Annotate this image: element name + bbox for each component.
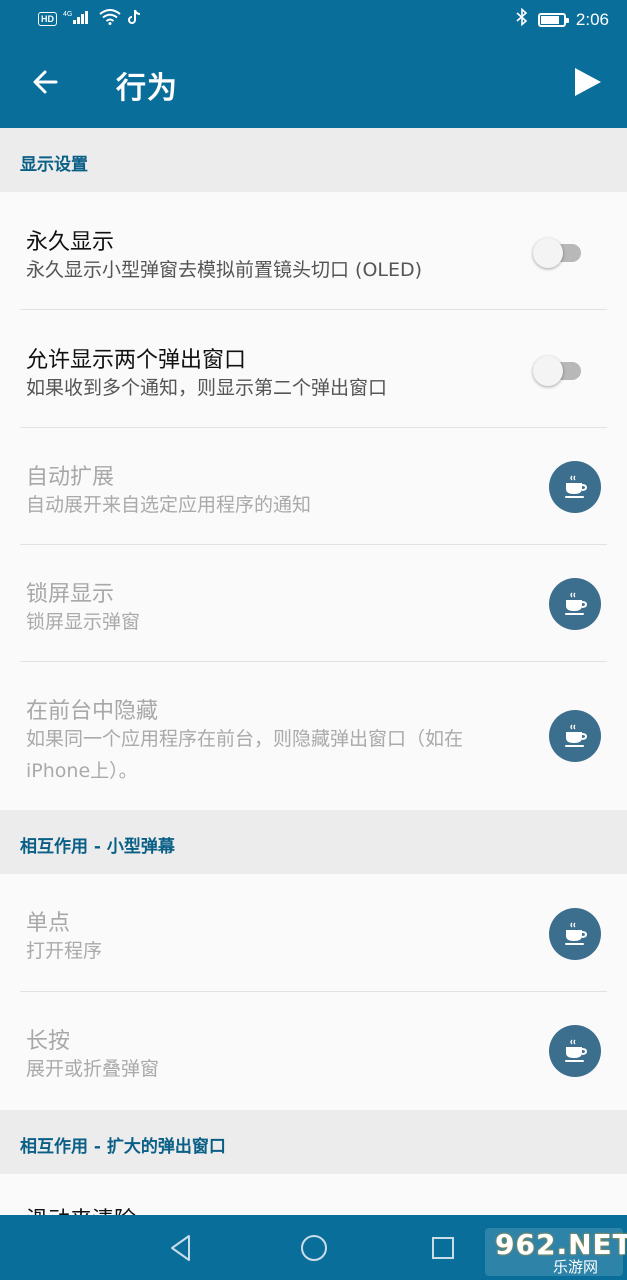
setting-subtitle: 展开或折叠弹窗	[26, 1058, 160, 1080]
setting-title: 自动扩展	[26, 465, 115, 490]
hd-badge: HD	[38, 11, 57, 26]
premium-cup-icon[interactable]	[549, 908, 601, 960]
setting-subtitle: 如果收到多个通知，则显示第二个弹出窗口	[26, 377, 388, 399]
setting-title: 在前台中隐藏	[26, 699, 159, 724]
setting-row-auto-expand[interactable]: 自动扩展 自动展开来自选定应用程序的通知	[0, 428, 627, 545]
page-title: 行为	[116, 71, 178, 106]
section-header-label: 显示设置	[20, 155, 88, 175]
premium-cup-icon[interactable]	[549, 1025, 601, 1077]
setting-subtitle: 打开程序	[26, 940, 103, 962]
clock: 2:06	[575, 9, 609, 29]
nav-home-icon[interactable]	[297, 1231, 331, 1265]
signal-icon: 4G	[63, 9, 93, 28]
setting-title: 滑动来清除	[26, 1202, 136, 1215]
section-header-display: 显示设置	[0, 128, 627, 192]
watermark-logo: 962.NET 乐游网	[485, 1228, 627, 1276]
setting-row-always-on[interactable]: 永久显示 永久显示小型弹窗去模拟前置镜头切口 (OLED)	[0, 192, 627, 310]
premium-cup-icon[interactable]	[549, 578, 601, 630]
premium-cup-icon[interactable]	[549, 710, 601, 762]
section-header-label: 相互作用 - 扩大的弹出窗口	[20, 1137, 226, 1157]
section-header-small-popup: 相互作用 - 小型弹幕	[0, 810, 627, 874]
play-icon[interactable]	[571, 66, 603, 98]
battery-icon	[537, 12, 569, 27]
app-bar: 行为	[0, 38, 627, 128]
nav-back-icon[interactable]	[165, 1231, 199, 1265]
bluetooth-icon	[516, 7, 528, 31]
nav-recents-icon[interactable]	[426, 1231, 460, 1265]
wifi-icon	[99, 9, 121, 28]
setting-row-single-tap[interactable]: 单点 打开程序	[0, 874, 627, 992]
arrow-left-icon[interactable]	[28, 64, 64, 100]
setting-subtitle: 自动展开来自选定应用程序的通知	[26, 494, 312, 516]
setting-title: 永久显示	[26, 230, 115, 255]
setting-row-hide-foreground[interactable]: 在前台中隐藏 如果同一个应用程序在前台，则隐藏弹出窗口（如在iPhone上）。	[0, 662, 627, 810]
setting-title: 锁屏显示	[26, 582, 115, 607]
two-popups-toggle[interactable]	[533, 352, 583, 388]
premium-cup-icon[interactable]	[549, 461, 601, 513]
setting-title: 允许显示两个弹出窗口	[26, 348, 247, 373]
network-type: 4G	[63, 11, 72, 18]
setting-row-lockscreen[interactable]: 锁屏显示 锁屏显示弹窗	[0, 545, 627, 662]
setting-title: 单点	[26, 911, 71, 936]
section-header-label: 相互作用 - 小型弹幕	[20, 837, 175, 857]
tiktok-icon	[127, 9, 141, 28]
setting-row-swipe-dismiss[interactable]: 滑动来清除	[0, 1174, 627, 1215]
setting-title: 长按	[26, 1029, 71, 1054]
setting-row-long-press[interactable]: 长按 展开或折叠弹窗	[0, 992, 627, 1110]
setting-subtitle: 永久显示小型弹窗去模拟前置镜头切口 (OLED)	[26, 259, 423, 281]
setting-subtitle: 如果同一个应用程序在前台，则隐藏弹出窗口（如在iPhone上）。	[26, 728, 464, 782]
status-bar: HD 4G 2:06	[0, 0, 627, 38]
setting-row-two-popups[interactable]: 允许显示两个弹出窗口 如果收到多个通知，则显示第二个弹出窗口	[0, 310, 627, 428]
setting-subtitle: 锁屏显示弹窗	[26, 611, 141, 633]
always-on-toggle[interactable]	[533, 234, 583, 270]
section-header-expanded-popup: 相互作用 - 扩大的弹出窗口	[0, 1110, 627, 1174]
watermark-caption: 乐游网	[553, 1258, 599, 1276]
